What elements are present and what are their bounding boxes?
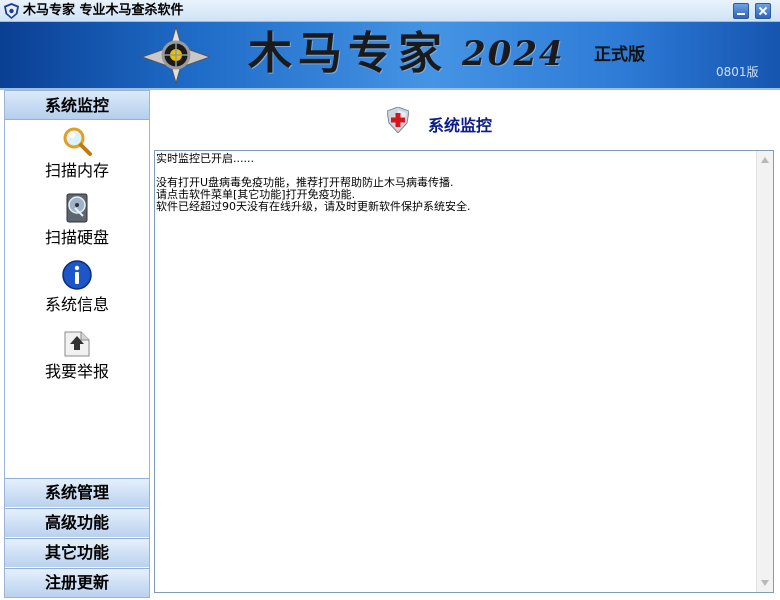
section-system-management[interactable]: 系统管理	[5, 478, 149, 507]
header-banner: 木马专家 2024 正式版 0801版	[0, 22, 780, 88]
compass-logo-icon	[142, 25, 210, 85]
system-info-button[interactable]: 系统信息	[5, 259, 149, 325]
sidebar: 系统监控 扫描内存 扫描硬盘 系统信息 我要举报 系统管理 高级功能 其它功能 …	[4, 90, 150, 598]
app-shield-icon	[4, 3, 19, 19]
log-line: 实时监控已开启......	[156, 152, 254, 165]
scroll-down-arrow-icon[interactable]	[761, 580, 769, 586]
section-register-update[interactable]: 注册更新	[5, 568, 149, 597]
magnifier-icon	[63, 127, 92, 156]
product-brand: 木马专家	[248, 28, 448, 79]
scan-disk-button[interactable]: 扫描硬盘	[5, 192, 149, 258]
edition-label: 正式版	[594, 45, 645, 65]
log-scrollbar[interactable]	[756, 151, 773, 592]
report-button[interactable]: 我要举报	[5, 326, 149, 392]
monitor-log[interactable]: 实时监控已开启...... 没有打开U盘病毒免疫功能，推荐打开帮助防止木马病毒传…	[154, 150, 774, 593]
section-advanced-functions[interactable]: 高级功能	[5, 508, 149, 537]
log-lines: 实时监控已开启...... 没有打开U盘病毒免疫功能，推荐打开帮助防止木马病毒传…	[156, 153, 756, 213]
hard-disk-icon	[66, 193, 88, 223]
minimize-button[interactable]	[733, 3, 749, 19]
section-other-functions[interactable]: 其它功能	[5, 538, 149, 567]
title-bar: 木马专家 专业木马查杀软件	[0, 0, 780, 22]
scan-memory-button[interactable]: 扫描内存	[5, 125, 149, 191]
product-year: 2024	[462, 34, 565, 74]
scan-disk-label: 扫描硬盘	[44, 228, 109, 247]
shield-cross-icon	[387, 107, 409, 133]
version-label: 0801版	[716, 65, 759, 79]
page-title: 系统监控	[428, 116, 493, 135]
info-icon	[62, 260, 92, 290]
report-upload-icon	[64, 331, 90, 357]
sidebar-active-section[interactable]: 系统监控	[5, 91, 149, 120]
log-line: 软件已经超过90天没有在线升级，请及时更新软件保护系统安全.	[156, 200, 471, 213]
report-label: 我要举报	[44, 362, 109, 381]
scroll-up-arrow-icon[interactable]	[761, 157, 769, 163]
system-info-label: 系统信息	[44, 295, 109, 314]
window-title: 木马专家 专业木马查杀软件	[23, 3, 184, 18]
scan-memory-label: 扫描内存	[44, 161, 109, 180]
close-button[interactable]	[755, 3, 771, 19]
